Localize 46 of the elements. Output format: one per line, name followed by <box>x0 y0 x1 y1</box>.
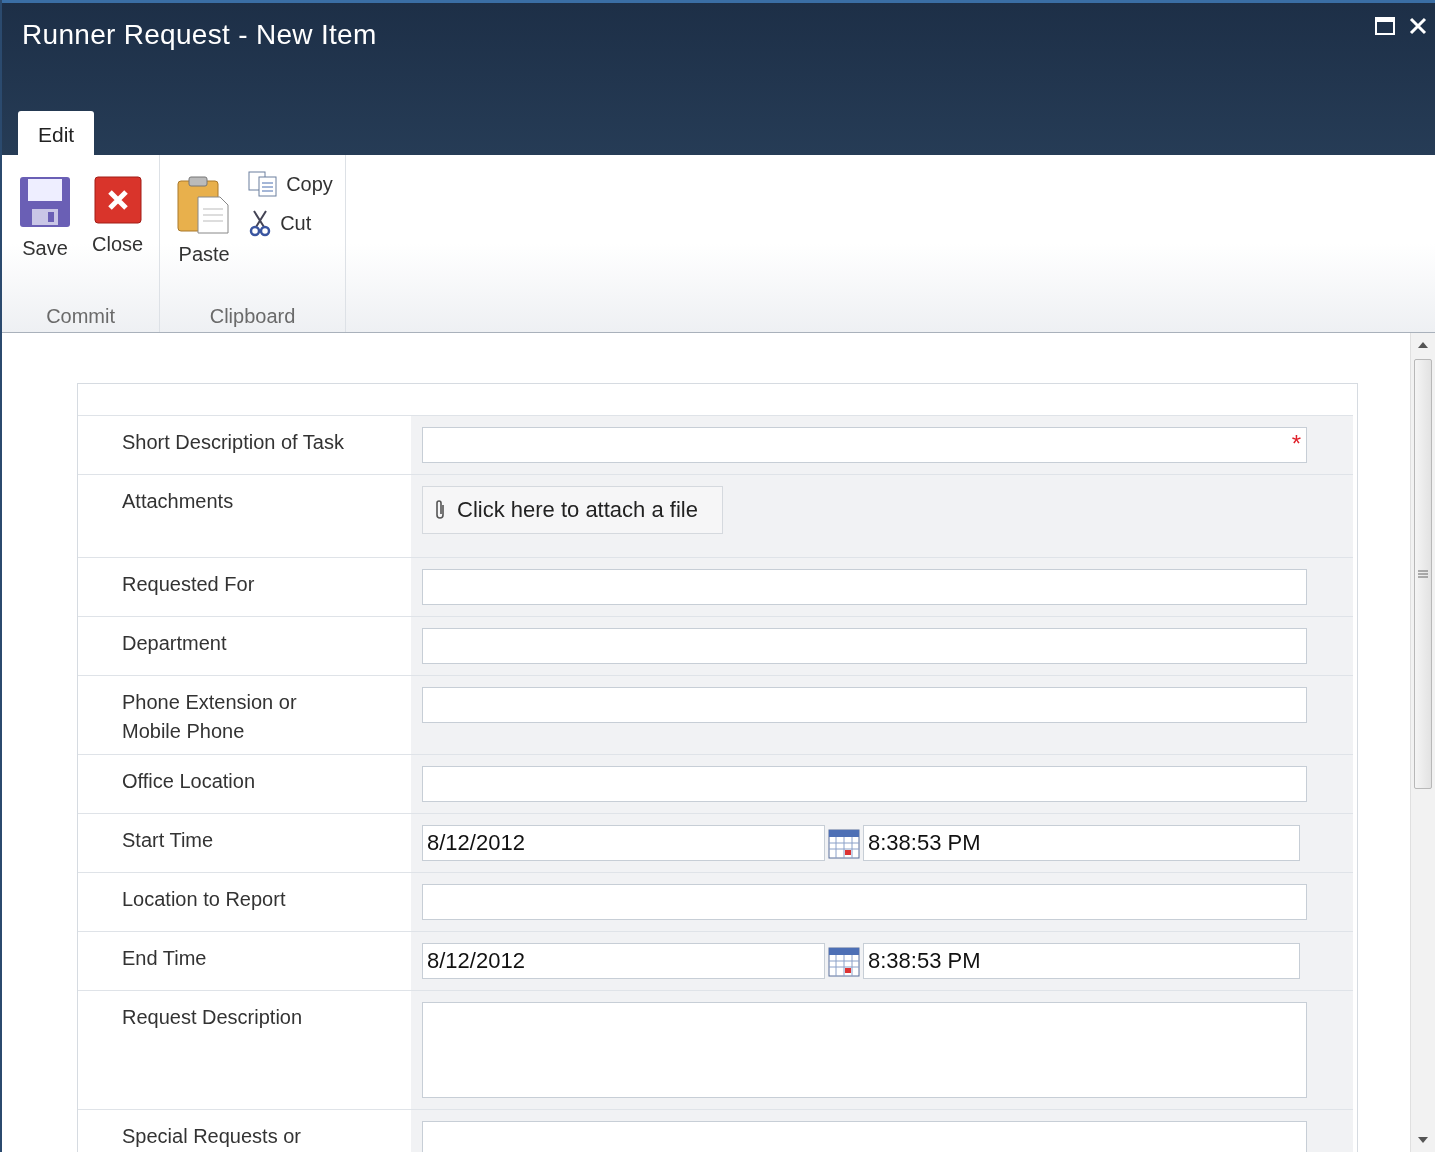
text-field[interactable] <box>422 687 1307 723</box>
field-label: Request Description <box>121 1005 304 1030</box>
close-icon <box>1409 17 1427 35</box>
time-field[interactable]: 8:38:53 PM <box>863 825 1300 861</box>
field-label: Short Description of Task <box>121 430 345 455</box>
text-field[interactable] <box>422 766 1307 802</box>
field-label: End Time <box>121 946 208 971</box>
field-label: Phone Extension or Mobile Phone <box>121 690 298 744</box>
field-label: Location to Report <box>121 887 287 912</box>
attach-file-button[interactable]: Click here to attach a file <box>422 486 723 534</box>
ribbon-button[interactable]: Cut <box>244 207 337 239</box>
calendar-icon <box>828 829 860 859</box>
scroll-thumb[interactable] <box>1414 359 1432 789</box>
date-field[interactable]: 8/12/2012 <box>422 943 825 979</box>
window-title: Runner Request - New Item <box>22 19 377 51</box>
paperclip-icon <box>433 499 447 521</box>
ribbon-button[interactable]: Paste <box>168 169 241 305</box>
field-label: Special Requests or <box>121 1124 302 1149</box>
text-field[interactable] <box>422 628 1307 664</box>
grip-icon <box>1418 569 1428 579</box>
scrollbar[interactable] <box>1410 333 1435 1152</box>
copy-icon <box>248 171 279 197</box>
field-label: Attachments <box>121 489 235 514</box>
text-field[interactable] <box>422 884 1307 920</box>
time-field[interactable]: 8:38:53 PM <box>863 943 1300 979</box>
ribbon-button[interactable]: Copy <box>244 169 337 199</box>
text-area[interactable] <box>422 1002 1307 1098</box>
text-field[interactable] <box>422 427 1307 463</box>
group-label: Clipboard <box>208 305 297 329</box>
field-label: Office Location <box>121 769 257 794</box>
close-icon <box>92 175 143 225</box>
ribbon-button[interactable]: Save <box>10 169 80 305</box>
maximize-icon <box>1375 17 1395 35</box>
text-field[interactable] <box>422 569 1307 605</box>
required-mark: * <box>1291 430 1301 458</box>
date-field[interactable]: 8/12/2012 <box>422 825 825 861</box>
ribbon-tab[interactable]: Edit <box>18 111 95 155</box>
group-label: Commit <box>45 305 116 329</box>
calendar-icon <box>828 947 860 977</box>
scroll-up-icon <box>1417 341 1429 349</box>
field-label: Department <box>121 631 228 656</box>
scroll-down-icon <box>1417 1136 1429 1144</box>
ribbon-button[interactable]: Close <box>84 169 152 305</box>
field-label: Requested For <box>121 572 256 597</box>
scissors-icon <box>248 209 273 237</box>
field-label: Start Time <box>121 828 215 853</box>
